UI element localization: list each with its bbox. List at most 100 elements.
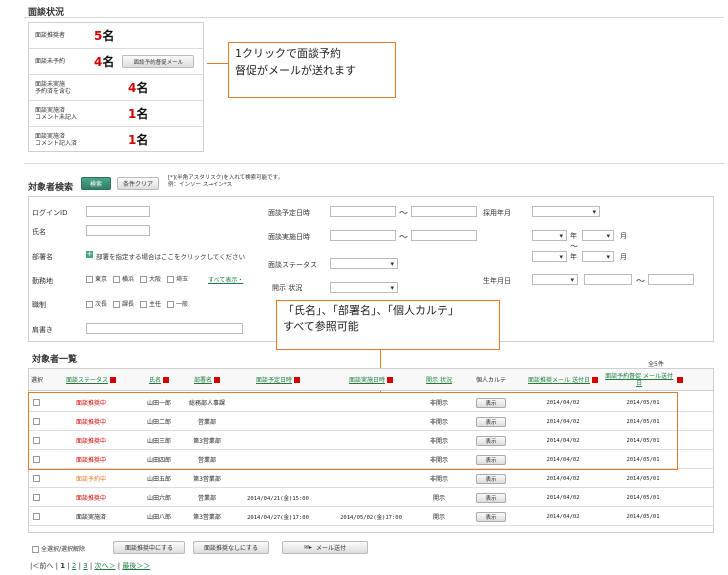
option-checkbox[interactable]: 東京 [86, 276, 107, 283]
clear-button[interactable]: 条件クリア [117, 177, 159, 190]
name-label: 氏名 [32, 228, 46, 236]
option-checkbox[interactable]: 横浜 [113, 276, 134, 283]
column-header-label: 開示 状況 [426, 376, 452, 384]
column-header-open[interactable]: 開示 状況 [419, 369, 459, 391]
checkbox[interactable] [33, 475, 40, 482]
checkbox[interactable] [86, 301, 93, 308]
callout-text-1: 1クリックで面談予約 [235, 47, 341, 60]
cell-dept[interactable]: 第3営業部 [181, 469, 233, 488]
option-checkbox[interactable]: 次長 [86, 301, 107, 308]
month-label: 月 [620, 232, 627, 240]
done-from-input[interactable] [330, 230, 396, 241]
status-select[interactable] [330, 258, 398, 269]
select-all[interactable]: 全選択/選択解除 [32, 544, 85, 553]
sort-icon[interactable] [163, 377, 169, 383]
callout-reference: 「氏名」、「部署名」、「個人カルテ」 すべて参照可能 [276, 300, 500, 350]
sort-icon[interactable] [591, 377, 598, 383]
row-checkbox[interactable] [33, 488, 45, 507]
cell-open: 開示 [432, 495, 445, 502]
checkbox[interactable] [86, 276, 93, 283]
checkbox[interactable] [113, 301, 121, 308]
checkbox[interactable] [167, 276, 175, 283]
no-recommend-button[interactable]: 面談推奨なしにする [193, 541, 269, 554]
last-link[interactable]: 最後＞＞ [122, 562, 150, 570]
sort-icon[interactable] [294, 377, 300, 383]
send-mail-button[interactable]: ✉▸ メール送付 [282, 541, 368, 554]
cell-name[interactable]: 山田六郎 [137, 488, 181, 507]
open-status-label: 開示 状況 [272, 284, 303, 292]
option-checkbox[interactable]: 大阪 [140, 276, 161, 283]
checkbox[interactable] [167, 301, 175, 308]
prev-link[interactable]: |＜前へ [30, 562, 53, 570]
sort-icon[interactable] [387, 377, 393, 383]
mail-icon: ✉▸ [303, 544, 313, 551]
column-header-mail-sent[interactable]: 面談推奨メール 送付日 [523, 369, 603, 391]
search-button[interactable]: 検索 [81, 177, 111, 190]
sort-icon[interactable] [110, 377, 116, 383]
sort-icon[interactable] [214, 377, 220, 383]
recommend-button[interactable]: 面談推奨中にする [113, 541, 185, 554]
tilde: ～ [399, 233, 409, 243]
cell-planned: 2014/04/21(金)15:00 [247, 495, 309, 502]
karte-button[interactable]: 表示 [476, 492, 506, 503]
cell-name[interactable]: 山田五郎 [137, 469, 181, 488]
summary-count-unit: 名 [102, 29, 115, 43]
page-2[interactable]: 2 [72, 562, 76, 570]
reminder-mail-button[interactable]: 面談予約督促メール [122, 55, 195, 68]
column-header-dept[interactable]: 部署名 [181, 369, 233, 391]
column-header-planned[interactable]: 面談予定日時 [233, 369, 323, 391]
planned-from-input[interactable] [330, 206, 396, 217]
hire-select[interactable] [532, 206, 600, 217]
option-checkbox[interactable]: 一般 [167, 301, 188, 308]
cell-dept[interactable]: 第3営業部 [181, 507, 233, 526]
hire-label: 採用年月 [483, 209, 511, 217]
row-checkbox[interactable] [33, 469, 45, 488]
option-checkbox[interactable]: 主任 [140, 301, 161, 308]
year-to-select[interactable] [532, 251, 567, 262]
birth-to-input[interactable] [648, 274, 694, 285]
cell-karte: 表示 [459, 469, 523, 488]
checkbox[interactable] [33, 494, 40, 501]
dept-label: 部署名 [32, 253, 53, 261]
cell-name[interactable]: 山田八郎 [137, 507, 181, 526]
cell-remind-date: 2014/05/01 [626, 494, 660, 501]
row-checkbox[interactable] [33, 507, 45, 526]
column-header-status[interactable]: 面談ステータス [45, 369, 137, 391]
column-header-label: 面談推奨メール 送付日 [528, 376, 590, 384]
birth-from-select[interactable] [532, 274, 578, 285]
option-checkbox[interactable]: 課長 [113, 301, 134, 308]
column-header-name[interactable]: 氏名 [137, 369, 181, 391]
checkbox[interactable] [33, 513, 40, 520]
cell-dept[interactable]: 営業部 [181, 488, 233, 507]
title-input[interactable] [86, 323, 243, 334]
plus-icon[interactable]: + [86, 251, 93, 258]
cell-karte: 表示 [459, 507, 523, 526]
name-input[interactable] [86, 225, 150, 236]
list-title: 対象者一覧 [32, 355, 78, 365]
year-from-select[interactable] [532, 230, 567, 241]
planned-to-input[interactable] [411, 206, 477, 217]
open-status-select[interactable] [330, 282, 398, 293]
checkbox[interactable] [140, 276, 148, 283]
checkbox[interactable] [113, 276, 121, 283]
month-from-select[interactable] [582, 230, 614, 241]
karte-button[interactable]: 表示 [476, 511, 506, 522]
birth-from-input[interactable] [584, 274, 632, 285]
checkbox[interactable] [140, 301, 148, 308]
show-all-link[interactable]: すべて表示・ [208, 275, 243, 284]
done-to-input[interactable] [411, 230, 477, 241]
page-3[interactable]: 3 [83, 562, 87, 570]
month-to-select[interactable] [582, 251, 614, 262]
sort-icon[interactable] [677, 377, 683, 383]
karte-button[interactable]: 表示 [476, 473, 506, 484]
option-label: 横浜 [122, 276, 135, 283]
next-link[interactable]: 次へ＞ [94, 562, 115, 570]
column-header-label: 個人カルテ [475, 376, 506, 384]
column-header-done[interactable]: 面談実施日時 [323, 369, 419, 391]
dept-hint-link[interactable]: 部署を指定する場合はここをクリックしてください [96, 251, 245, 261]
login-id-input[interactable] [86, 206, 150, 217]
column-header-remind-sent[interactable]: 面談予約督促 メール送付日 [603, 369, 683, 391]
summary-count: 4名 [128, 79, 148, 96]
pager: |＜前へ | 1 | 2 | 3 | 次へ＞ | 最後＞＞ [30, 562, 151, 570]
option-checkbox[interactable]: 埼玉 [167, 276, 188, 283]
